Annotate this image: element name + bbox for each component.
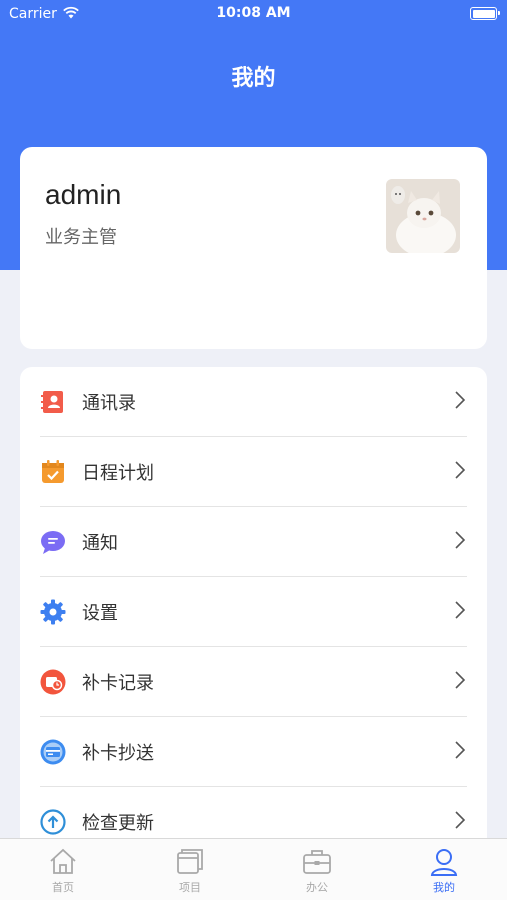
menu-item-label: 补卡记录 (82, 673, 154, 694)
contacts-icon (41, 391, 63, 413)
chevron-right-icon (455, 671, 466, 689)
menu-item-label: 通知 (82, 533, 118, 554)
battery-icon (470, 7, 500, 20)
chevron-right-icon (455, 601, 466, 619)
upload-arrow-icon (40, 809, 66, 835)
avatar[interactable] (386, 179, 460, 253)
tab-office[interactable]: 办公 (254, 839, 380, 900)
menu-item-card-cc[interactable]: 补卡抄送 (20, 717, 487, 787)
menu-item-settings[interactable]: 设置 (20, 577, 487, 647)
tab-label: 我的 (433, 881, 455, 894)
menu-item-schedule[interactable]: 日程计划 (20, 437, 487, 507)
menu-item-clock-record[interactable]: 补卡记录 (20, 647, 487, 717)
user-role: 业务主管 (45, 227, 117, 248)
tab-home[interactable]: 首页 (0, 839, 126, 900)
tab-bar: 首页 项目 办公 我的 (0, 838, 507, 900)
tab-label: 办公 (306, 881, 328, 894)
card-icon (40, 739, 66, 765)
clock-record-icon (40, 669, 66, 695)
chevron-right-icon (455, 741, 466, 759)
menu-item-contacts[interactable]: 通讯录 (20, 367, 487, 437)
user-icon (430, 849, 458, 876)
menu-item-label: 检查更新 (82, 813, 154, 834)
project-icon (177, 849, 203, 874)
username: admin (45, 179, 122, 210)
notification-icon (41, 531, 65, 554)
briefcase-icon (303, 850, 331, 874)
page-title: 我的 (231, 66, 276, 91)
clock: 10:08 AM (216, 5, 291, 21)
tab-project[interactable]: 项目 (127, 839, 253, 900)
menu-item-label: 补卡抄送 (82, 743, 154, 764)
chevron-right-icon (455, 461, 466, 479)
chevron-right-icon (455, 391, 466, 409)
chevron-right-icon (455, 811, 466, 829)
chevron-right-icon (455, 531, 466, 549)
menu-item-label: 设置 (82, 603, 118, 624)
home-icon (50, 848, 76, 874)
tab-label: 首页 (52, 881, 74, 894)
status-bar: Carrier 10:08 AM (0, 0, 507, 28)
menu-item-label: 日程计划 (82, 463, 154, 484)
menu-item-label: 通讯录 (82, 393, 136, 414)
gear-icon (40, 599, 66, 625)
menu-item-notification[interactable]: 通知 (20, 507, 487, 577)
menu-list: 通讯录 日程计划 通知 设置 补卡记录 补卡抄送 检查更新 (20, 367, 487, 847)
calendar-icon (42, 460, 64, 483)
tab-label: 项目 (179, 881, 201, 894)
profile-card[interactable]: admin 业务主管 (20, 147, 487, 349)
tab-mine[interactable]: 我的 (381, 839, 507, 900)
